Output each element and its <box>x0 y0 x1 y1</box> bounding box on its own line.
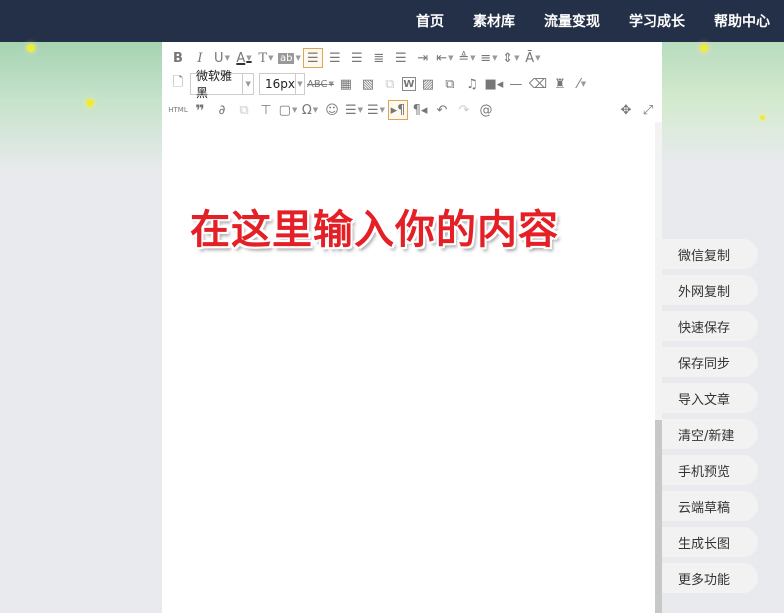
scrollbar[interactable] <box>655 122 662 613</box>
cloud-draft-button[interactable]: 云端草稿 <box>662 491 758 521</box>
nav-materials[interactable]: 素材库 <box>473 11 515 31</box>
wechat-copy-button[interactable]: 微信复制 <box>662 239 758 269</box>
justify-icon[interactable]: ☰ <box>391 48 411 68</box>
font-family-select[interactable]: 微软雅黑 ▼ <box>190 69 254 100</box>
horizontal-rule-icon[interactable]: — <box>506 74 526 94</box>
italic-icon[interactable]: I <box>190 48 210 68</box>
nav-learning[interactable]: 学习成长 <box>629 11 685 31</box>
new-doc-icon[interactable]: 🗋 <box>168 74 188 94</box>
line-spacing-top-icon[interactable]: ≜ ▼ <box>457 48 477 68</box>
unordered-list-icon[interactable]: ☰ ▼ <box>366 100 386 120</box>
top-nav: 首页 素材库 流量变现 学习成长 帮助中心 <box>0 0 784 42</box>
decor-dot <box>27 44 35 52</box>
font-bgcolor-icon[interactable]: T ▼ <box>256 48 276 68</box>
magic-wand-icon[interactable]: ⁄ ▼ <box>572 74 592 94</box>
decor-dot <box>86 99 94 107</box>
image-icon[interactable]: ▨ <box>418 74 438 94</box>
html-source-button[interactable]: HTML <box>168 100 188 120</box>
background-decoration <box>0 42 162 172</box>
special-char-icon[interactable]: Ω ▼ <box>300 100 320 120</box>
align-top-icon[interactable]: ≣ <box>369 48 389 68</box>
ordered-list-icon[interactable]: ☰ ▼ <box>344 100 364 120</box>
align-left-icon[interactable]: ☰ <box>302 48 323 68</box>
move-icon[interactable]: ✥ <box>616 100 636 120</box>
clear-new-button[interactable]: 清空/新建 <box>662 419 758 449</box>
font-family-value: 微软雅黑 <box>196 69 233 100</box>
nav-help[interactable]: 帮助中心 <box>714 11 770 31</box>
font-size-value: 16px <box>265 77 295 91</box>
external-copy-button[interactable]: 外网复制 <box>662 275 758 305</box>
table-icon[interactable]: ▦ <box>336 74 356 94</box>
multi-image-icon[interactable]: ⧉ <box>440 74 460 94</box>
decor-dot <box>760 115 765 120</box>
editor-content[interactable]: 在这里输入你的内容 <box>190 197 559 255</box>
font-color-icon[interactable]: A ▼ <box>234 48 254 68</box>
emoji-icon[interactable]: ☺ <box>322 100 342 120</box>
mobile-preview-button[interactable]: 手机预览 <box>662 455 758 485</box>
eraser-icon[interactable]: ⌫ <box>528 74 548 94</box>
rtl-icon[interactable]: ¶◂ <box>410 100 430 120</box>
ltr-icon[interactable]: ▸¶ <box>388 100 408 120</box>
align-center-icon[interactable]: ☰ <box>325 48 345 68</box>
search-replace-icon[interactable]: @ <box>476 100 496 120</box>
underline-icon[interactable]: U ▼ <box>212 48 232 68</box>
import-article-button[interactable]: 导入文章 <box>662 383 758 413</box>
scrollbar-thumb[interactable] <box>655 420 662 613</box>
font-size-select[interactable]: 16px ▼ <box>259 73 305 95</box>
chevron-down-icon: ▼ <box>242 74 253 94</box>
line-spacing-bottom-icon[interactable]: ≡ ▼ <box>479 48 499 68</box>
format-brush-icon[interactable]: ♜ <box>550 74 570 94</box>
quick-save-button[interactable]: 快速保存 <box>662 311 758 341</box>
fullscreen-icon[interactable]: ⤢ <box>638 100 658 120</box>
image-table-icon[interactable]: ▧ <box>358 74 378 94</box>
video-icon[interactable]: ■◂ <box>484 74 504 94</box>
side-actions: 微信复制 外网复制 快速保存 保存同步 导入文章 清空/新建 手机预览 云端草稿… <box>662 239 758 599</box>
bold-icon[interactable]: B <box>168 48 188 68</box>
nav-monetize[interactable]: 流量变现 <box>544 11 600 31</box>
undo-icon[interactable]: ↶ <box>432 100 452 120</box>
background-decoration <box>662 42 784 162</box>
word-import-icon[interactable]: W <box>401 77 416 91</box>
outdent-icon[interactable]: ⇤ ▼ <box>435 48 455 68</box>
line-height-icon[interactable]: ⇕ ▼ <box>501 48 521 68</box>
save-sync-button[interactable]: 保存同步 <box>662 347 758 377</box>
letter-spacing-icon[interactable]: Ā ▼ <box>523 48 543 68</box>
redo-icon[interactable]: ↷ <box>454 100 474 120</box>
merge-cells-icon[interactable]: ⧉ <box>380 74 400 94</box>
indent-icon[interactable]: ⇥ <box>413 48 433 68</box>
blockquote-icon[interactable]: ❞ <box>190 100 210 120</box>
clear-format-icon[interactable]: ABC ▼ <box>307 74 334 94</box>
music-icon[interactable]: ♫ <box>462 74 482 94</box>
editor[interactable]: B I U ▼ A ▼ T ▼ ab ▼ ☰ ☰ ☰ ≣ ☰ ⇥ ⇤ ▼ ≜ ▼ ≡ ▼ ⇕ ▼… <box>162 42 662 613</box>
chevron-down-icon: ▼ <box>295 74 304 94</box>
editor-toolbar: B I U ▼ A ▼ T ▼ ab ▼ ☰ ☰ ☰ ≣ ☰ ⇥ ⇤ ▼ ≜ ▼ ≡ ▼ ⇕ ▼… <box>162 42 658 122</box>
nav-home[interactable]: 首页 <box>416 11 444 31</box>
align-right-icon[interactable]: ☰ <box>347 48 367 68</box>
template-icon[interactable]: ⊤ <box>256 100 276 120</box>
background-icon[interactable]: ▢ ▼ <box>278 100 298 120</box>
decor-dot <box>700 44 708 52</box>
unlink-icon[interactable]: ⧉ <box>234 100 254 120</box>
long-image-button[interactable]: 生成长图 <box>662 527 758 557</box>
highlight-icon[interactable]: ab ▼ <box>278 48 301 68</box>
more-functions-button[interactable]: 更多功能 <box>662 563 758 593</box>
link-icon[interactable]: ∂ <box>212 100 232 120</box>
